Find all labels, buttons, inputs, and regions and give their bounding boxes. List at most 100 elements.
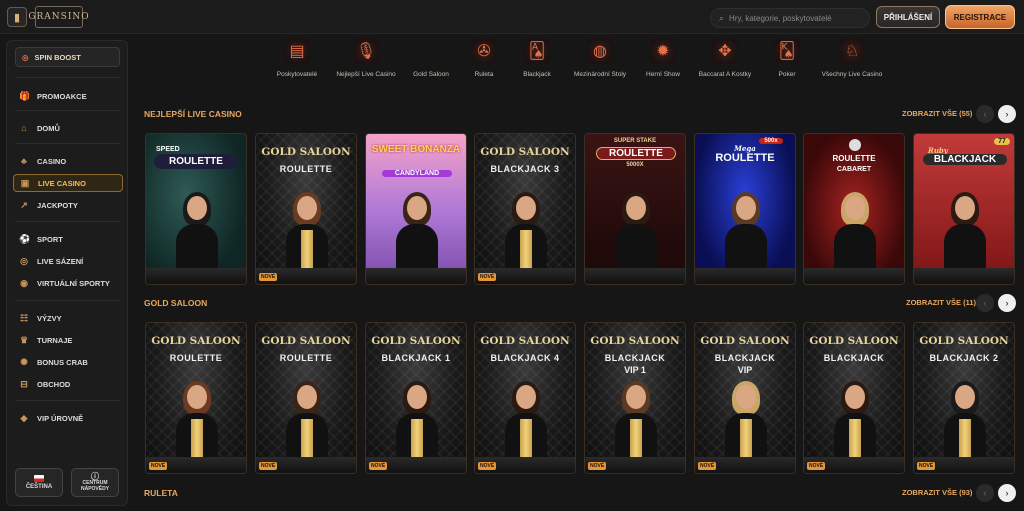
- scroll-left-button[interactable]: ‹: [976, 484, 994, 502]
- category-poker[interactable]: 🂮 Poker: [752, 38, 822, 78]
- menu-toggle-button[interactable]: ▮: [7, 7, 27, 27]
- game-title: BLACKJACK: [604, 353, 666, 363]
- language-button[interactable]: ČEŠTINA: [15, 468, 63, 497]
- new-badge: NOVÉ: [369, 462, 388, 470]
- gift-icon: 🎁: [19, 90, 31, 101]
- category-all-live-casino[interactable]: ♘ Všechny Live Casino: [817, 38, 887, 78]
- scroll-right-button[interactable]: ›: [998, 484, 1016, 502]
- login-button[interactable]: PŘIHLÁŠENÍ: [876, 6, 940, 28]
- help-center-button[interactable]: ⓘ CENTRUM NÁPOVĚDY: [71, 468, 119, 497]
- sidebar-item-bonus-crab[interactable]: ✺ BONUS CRAB: [13, 353, 123, 371]
- scroll-left-button[interactable]: ‹: [976, 294, 994, 312]
- sidebar-item-vip-rovn-[interactable]: ◆ VIP ÚROVNĚ: [13, 409, 123, 427]
- sidebar-item-v-zvy[interactable]: ☷ VÝZVY: [13, 309, 123, 327]
- category-label: Všechny Live Casino: [821, 71, 883, 78]
- spin-boost-button[interactable]: ◎ SPIN BOOST: [15, 47, 120, 67]
- sidebar-item-label: VIP ÚROVNĚ: [37, 413, 84, 423]
- blackjack-icon: 🂡: [524, 38, 550, 64]
- sidebar-item-live-s-zen-[interactable]: ◎ LIVE SÁZENÍ: [13, 252, 123, 270]
- casino-icon: ♣: [21, 156, 27, 166]
- category-game-show[interactable]: ✹ Herní Show: [628, 38, 698, 78]
- game-title: GOLD SALOON: [809, 335, 899, 347]
- new-badge: NOVÉ: [478, 462, 497, 470]
- scroll-left-button[interactable]: ‹: [976, 105, 994, 123]
- category-baccarat-dice[interactable]: ✥ Baccarat A Kostky: [690, 38, 760, 78]
- game-card[interactable]: GOLD SALOON ROULETTE NOVÉ: [145, 322, 247, 474]
- game-card[interactable]: SPEED ROULETTE: [145, 133, 247, 285]
- category-label: Ruleta: [474, 71, 494, 78]
- game-title: ROULETTE: [169, 353, 223, 363]
- help-line2: NÁPOVĚDY: [80, 485, 110, 492]
- category-bar: ▤ Poskytovatelé 🎙 Nejlepší Live Casino Gold …: [270, 38, 900, 94]
- gold-saloon-icon: [418, 38, 444, 64]
- sidebar-item-virtu-ln-sporty[interactable]: ◉ VIRTUÁLNÍ SPORTY: [13, 274, 123, 292]
- spin-boost-label: SPIN BOOST: [34, 52, 81, 62]
- game-card[interactable]: GOLD SALOON BLACKJACK 4 NOVÉ: [474, 322, 576, 474]
- sidebar-item-jackpoty[interactable]: ↗ JACKPOTY: [13, 196, 123, 214]
- baccarat-dice-icon: ✥: [712, 38, 738, 64]
- game-title: ROULETTE: [596, 147, 676, 160]
- category-label: Herní Show: [646, 71, 680, 78]
- category-international-tables[interactable]: ◍ Mezinárodní Stoly: [565, 38, 635, 78]
- challenges-icon: ☷: [19, 312, 29, 323]
- sidebar-item-promoakce[interactable]: 🎁 PROMOAKCE: [13, 87, 123, 105]
- category-microphone[interactable]: 🎙 Nejlepší Live Casino: [331, 38, 401, 78]
- game-title: ROULETTE: [279, 353, 333, 363]
- game-title: BLACKJACK 1: [381, 353, 451, 363]
- game-show-icon: ✹: [650, 38, 676, 64]
- live-casino-icon: ▣: [20, 177, 30, 188]
- sidebar-item-obchod[interactable]: ⊟ OBCHOD: [13, 375, 123, 393]
- game-card[interactable]: SWEET BONANZA CANDYLAND: [365, 133, 467, 285]
- category-label: Blackjack: [523, 71, 551, 78]
- sidebar-item-casino[interactable]: ♣ CASINO: [13, 152, 123, 170]
- logo[interactable]: GRANSINO: [28, 6, 89, 28]
- game-card[interactable]: ROULETTE CABARET: [803, 133, 905, 285]
- table-image: [914, 268, 1014, 284]
- view-all-link[interactable]: ZOBRAZIT VŠE (93): [902, 488, 972, 497]
- sidebar-item-live-casino[interactable]: ▣ LIVE CASINO: [13, 174, 123, 192]
- game-card[interactable]: GOLD SALOON ROULETTE NOVÉ: [255, 133, 357, 285]
- game-card[interactable]: GOLD SALOON ROULETTE NOVÉ: [255, 322, 357, 474]
- sidebar-item-dom-[interactable]: ⌂ DOMŮ: [13, 119, 123, 137]
- sidebar-item-turnaje[interactable]: ♛ TURNAJE: [13, 331, 123, 349]
- game-card[interactable]: GOLD SALOON BLACKJACK 2 NOVÉ: [913, 322, 1015, 474]
- category-blackjack[interactable]: 🂡 Blackjack: [502, 38, 572, 78]
- game-card[interactable]: GOLD SALOON BLACKJACK NOVÉ: [803, 322, 905, 474]
- sidebar-item-label: VÝZVY: [37, 313, 62, 323]
- scroll-right-button[interactable]: ›: [998, 294, 1016, 312]
- new-badge: NOVÉ: [259, 273, 278, 281]
- sidebar-item-label: LIVE SÁZENÍ: [37, 256, 84, 266]
- game-title: ROULETTE: [715, 152, 775, 164]
- game-title: ROULETTE: [154, 154, 238, 169]
- new-badge: NOVÉ: [259, 462, 278, 470]
- game-card[interactable]: GOLD SALOON BLACKJACK VIP NOVÉ: [694, 322, 796, 474]
- category-providers[interactable]: ▤ Poskytovatelé: [262, 38, 332, 78]
- game-card[interactable]: GOLD SALOON BLACKJACK 3 NOVÉ: [474, 133, 576, 285]
- sidebar-item-sport[interactable]: ⚽ SPORT: [13, 230, 123, 248]
- game-title: BLACKJACK 4: [490, 353, 560, 363]
- game-card[interactable]: GOLD SALOON BLACKJACK VIP 1 NOVÉ: [584, 322, 686, 474]
- register-button[interactable]: REGISTRACE: [945, 5, 1015, 29]
- game-title: GOLD SALOON: [480, 146, 570, 158]
- game-card[interactable]: SUPER STAKE ROULETTE 5000X: [584, 133, 686, 285]
- new-badge: NOVÉ: [917, 462, 936, 470]
- game-title: GOLD SALOON: [480, 335, 570, 347]
- game-title: 77: [994, 138, 1010, 145]
- sidebar-item-label: VIRTUÁLNÍ SPORTY: [37, 278, 110, 288]
- game-title: VIP 1: [624, 365, 646, 375]
- game-card[interactable]: GOLD SALOON BLACKJACK 1 NOVÉ: [365, 322, 467, 474]
- international-tables-icon: ◍: [587, 38, 613, 64]
- category-label: Gold Saloon: [413, 71, 449, 78]
- search-input[interactable]: [729, 13, 860, 23]
- view-all-link[interactable]: ZOBRAZIT VŠE (11): [906, 298, 976, 307]
- search-box[interactable]: ⌕: [710, 8, 870, 28]
- game-title: ROULETTE: [832, 154, 876, 163]
- game-card[interactable]: Ruby BLACKJACK 77: [913, 133, 1015, 285]
- sidebar-item-label: OBCHOD: [37, 379, 71, 389]
- view-all-link[interactable]: ZOBRAZIT VŠE (55): [902, 109, 972, 118]
- game-title: CABARET: [836, 166, 872, 173]
- game-card[interactable]: Mega ROULETTE 500x: [694, 133, 796, 285]
- spin-icon: ◎: [22, 52, 29, 62]
- scroll-right-button[interactable]: ›: [998, 105, 1016, 123]
- sidebar-item-label: PROMOAKCE: [37, 91, 87, 101]
